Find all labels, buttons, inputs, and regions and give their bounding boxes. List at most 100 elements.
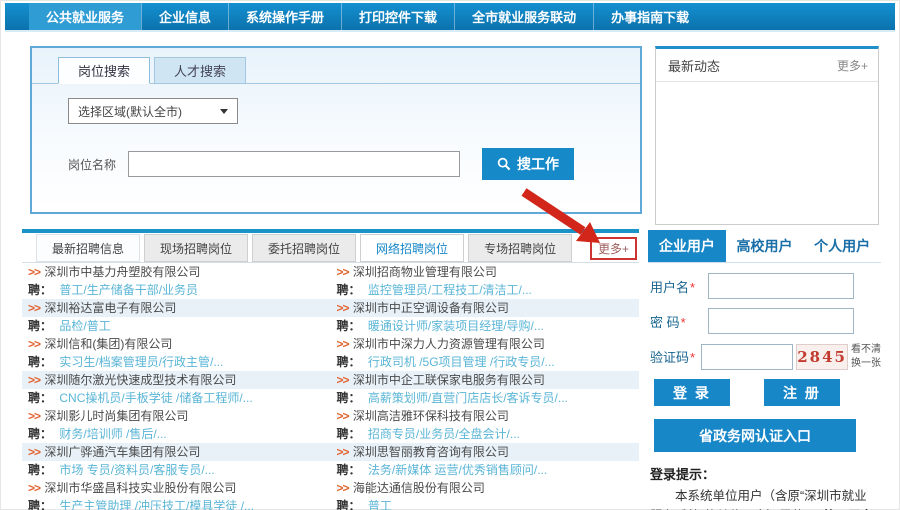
recruitment-tab-label: 现场招聘岗位 xyxy=(160,240,232,257)
company-name: 深圳广骅通汽车集团有限公司 xyxy=(44,445,200,459)
hire-prefix: 聘： xyxy=(337,283,361,297)
double-arrow-icon: >> xyxy=(337,337,349,351)
required-mark: * xyxy=(681,315,686,330)
hire-prefix: 聘： xyxy=(28,463,52,477)
company-link[interactable]: >> 深圳市中企工联保家电服务有限公司 xyxy=(331,371,640,389)
password-field[interactable] xyxy=(708,308,854,334)
register-button[interactable]: 注 册 xyxy=(764,379,840,406)
job-titles: 普工 xyxy=(368,499,392,510)
login-tips-title: 登录提示： xyxy=(650,464,877,483)
nav-item-label: 系统操作手册 xyxy=(246,7,324,26)
recruitment-tab[interactable]: 网络招聘岗位 xyxy=(360,234,464,262)
password-row: 密 码* xyxy=(650,308,881,334)
login-tab[interactable]: 企业用户 xyxy=(648,230,726,262)
nav-item[interactable]: 打印控件下载 xyxy=(341,3,454,30)
job-titles-link[interactable]: 聘： 普工 xyxy=(331,497,640,510)
recruitment-tab[interactable]: 委托招聘岗位 xyxy=(252,234,356,262)
captcha-field[interactable] xyxy=(701,344,793,370)
required-mark: * xyxy=(690,280,695,295)
nav-item[interactable]: 办事指南下载 xyxy=(593,3,706,30)
search-tab[interactable]: 岗位搜索 xyxy=(58,57,150,84)
job-titles: 市场 专员/资料员/客服专员/... xyxy=(59,463,214,477)
nav-item[interactable]: 系统操作手册 xyxy=(228,3,341,30)
job-titles-link[interactable]: 聘： 生产主管助理 /冲压技工/模具学徒 /... xyxy=(22,497,331,510)
region-select-value: 选择区域(默认全市) xyxy=(78,103,182,120)
double-arrow-icon: >> xyxy=(337,265,349,279)
company-link[interactable]: >> 海能达通信股份有限公司 xyxy=(331,479,640,497)
job-titles-link[interactable]: 聘： 市场 专员/资料员/客服专员/... xyxy=(22,461,331,479)
login-button[interactable]: 登 录 xyxy=(654,379,730,406)
search-tab[interactable]: 人才搜索 xyxy=(154,57,246,84)
login-tips-paragraph: 本系统单位用户（含原“深圳市就业服务系统”的单位用户）需使用“统一用户基础平台系… xyxy=(650,486,877,510)
company-link[interactable]: >> 深圳思智丽教育咨询有限公司 xyxy=(331,443,640,461)
double-arrow-icon: >> xyxy=(337,373,349,387)
search-job-button[interactable]: 搜工作 xyxy=(482,148,574,180)
region-select[interactable]: 选择区域(默认全市) xyxy=(68,98,238,124)
job-titles-link[interactable]: 聘： 法务/新媒体 运营/优秀销售顾问/... xyxy=(331,461,640,479)
recruitment-tab[interactable]: 最新招聘信息 xyxy=(36,234,140,262)
username-label: 用户名* xyxy=(650,277,708,296)
company-name: 深圳信和(集团)有限公司 xyxy=(44,337,172,351)
job-titles-link[interactable]: 聘： 普工/生产储备干部/业务员 xyxy=(22,281,331,299)
recruitment-tab[interactable]: 现场招聘岗位 xyxy=(144,234,248,262)
company-link[interactable]: >> 深圳信和(集团)有限公司 xyxy=(22,335,331,353)
job-titles-link[interactable]: 聘： 高薪策划师/直营门店店长/客诉专员/... xyxy=(331,389,640,407)
list-item: >> 深圳市中正空调设备有限公司 聘： 暖通设计师/家装项目经理/导购/... xyxy=(331,299,640,335)
login-tab[interactable]: 高校用户 xyxy=(726,230,804,262)
job-titles-link[interactable]: 聘： 暖通设计师/家装项目经理/导购/... xyxy=(331,317,640,335)
nav-item[interactable]: 企业信息 xyxy=(141,3,228,30)
captcha-label: 验证码* xyxy=(650,347,701,366)
nav-item[interactable]: 公共就业服务 xyxy=(29,3,141,30)
company-link[interactable]: >> 深圳高洁雅环保科技有限公司 xyxy=(331,407,640,425)
search-tabs: 岗位搜索 人才搜索 xyxy=(58,57,640,84)
job-titles-link[interactable]: 聘： 实习生/档案管理员/行政主管/... xyxy=(22,353,331,371)
job-titles-link[interactable]: 聘： 财务/培训师 /售后/... xyxy=(22,425,331,443)
gov-auth-entry-button[interactable]: 省政务网认证入口 xyxy=(654,419,856,452)
company-link[interactable]: >> 深圳市中基力舟塑胶有限公司 xyxy=(22,263,331,281)
list-item: >> 深圳市华盛昌科技实业股份有限公司 聘： 生产主管助理 /冲压技工/模具学徒… xyxy=(22,479,331,510)
recruitment-tab-label: 网络招聘岗位 xyxy=(376,240,448,257)
company-link[interactable]: >> 深圳市中正空调设备有限公司 xyxy=(331,299,640,317)
double-arrow-icon: >> xyxy=(28,301,40,315)
nav-item[interactable]: 全市就业服务联动 xyxy=(454,3,593,30)
login-tabs: 企业用户 高校用户 个人用户 xyxy=(648,230,881,263)
company-name: 深圳市华盛昌科技实业股份有限公司 xyxy=(44,481,236,495)
job-titles-link[interactable]: 聘： 品检/普工 xyxy=(22,317,331,335)
job-titles-link[interactable]: 聘： CNC操机员/手板学徒 /储备工程师/... xyxy=(22,389,331,407)
company-link[interactable]: >> 深圳市华盛昌科技实业股份有限公司 xyxy=(22,479,331,497)
job-name-input[interactable] xyxy=(128,151,460,177)
company-link[interactable]: >> 深圳市中深力人力资源管理有限公司 xyxy=(331,335,640,353)
job-titles: 法务/新媒体 运营/优秀销售顾问/... xyxy=(368,463,547,477)
company-link[interactable]: >> 深圳广骅通汽车集团有限公司 xyxy=(22,443,331,461)
captcha-refresh-link[interactable]: 看不清 换一张 xyxy=(851,343,881,370)
job-titles-link[interactable]: 聘： 监控管理员/工程技工/清洁工/... xyxy=(331,281,640,299)
job-titles-link[interactable]: 聘： 招商专员/业务员/全盘会计/... xyxy=(331,425,640,443)
hire-prefix: 聘： xyxy=(28,319,52,333)
recruitment-column-left: >> 深圳市中基力舟塑胶有限公司 聘： 普工/生产储备干部/业务员 >> 深圳裕… xyxy=(22,263,331,510)
company-link[interactable]: >> 深圳裕达富电子有限公司 xyxy=(22,299,331,317)
login-tab[interactable]: 个人用户 xyxy=(803,230,881,262)
job-titles: 财务/培训师 /售后/... xyxy=(59,427,166,441)
list-item: >> 深圳裕达富电子有限公司 聘： 品检/普工 xyxy=(22,299,331,335)
recruitment-tab[interactable]: 专场招聘岗位 xyxy=(468,234,572,262)
job-titles-link[interactable]: 聘： 行政司机 /5G项目管理 /行政专员/... xyxy=(331,353,640,371)
captcha-row: 验证码* 2845 看不清 换一张 xyxy=(650,343,881,370)
job-titles: 高薪策划师/直营门店店长/客诉专员/... xyxy=(368,391,568,405)
company-link[interactable]: >> 深圳随尔激光快速成型技术有限公司 xyxy=(22,371,331,389)
login-tab-label: 高校用户 xyxy=(737,236,793,256)
username-field[interactable] xyxy=(708,273,854,299)
captcha-image[interactable]: 2845 xyxy=(796,344,848,370)
recruitment-column-right: >> 深圳招商物业管理有限公司 聘： 监控管理员/工程技工/清洁工/... >>… xyxy=(331,263,640,510)
hire-prefix: 聘： xyxy=(28,499,52,510)
news-more-link[interactable]: 更多+ xyxy=(837,57,868,74)
recruitment-columns: >> 深圳市中基力舟塑胶有限公司 聘： 普工/生产储备干部/业务员 >> 深圳裕… xyxy=(22,263,639,510)
job-name-label: 岗位名称 xyxy=(68,156,116,173)
required-mark: * xyxy=(690,350,695,365)
company-link[interactable]: >> 深圳影儿时尚集团有限公司 xyxy=(22,407,331,425)
company-link[interactable]: >> 深圳招商物业管理有限公司 xyxy=(331,263,640,281)
hire-prefix: 聘： xyxy=(337,463,361,477)
captcha-refresh-line1: 看不清 xyxy=(851,344,881,355)
login-buttons-row: 登 录 注 册 xyxy=(654,379,881,406)
recruitment-more-link[interactable]: 更多+ xyxy=(590,237,637,260)
double-arrow-icon: >> xyxy=(337,409,349,423)
